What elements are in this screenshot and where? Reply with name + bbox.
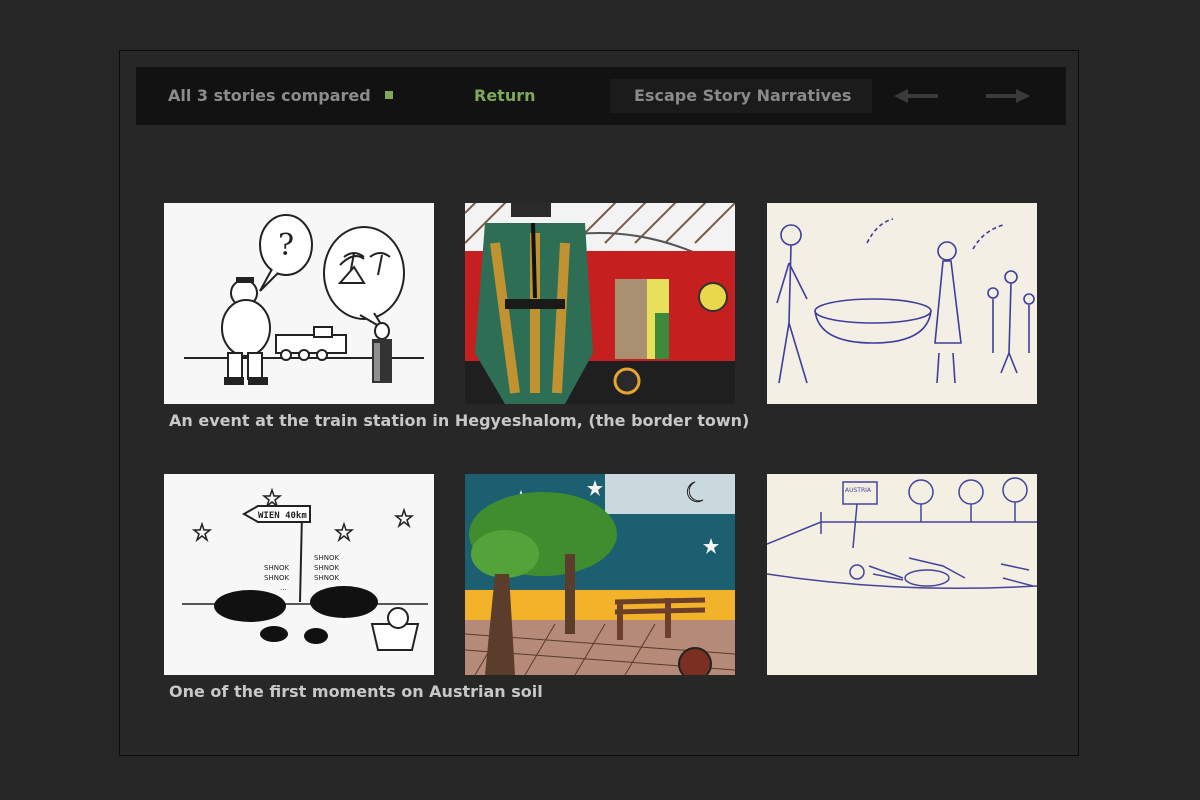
arrow-right-icon[interactable] (986, 88, 1030, 107)
svg-text:?: ? (278, 228, 294, 263)
section-title: Escape Story Narratives (610, 79, 872, 113)
austria-sign-text: AUSTRIA (845, 487, 872, 494)
compare-stories-link[interactable]: All 3 stories compared (168, 67, 393, 125)
snore-text: SHNOK (314, 564, 339, 572)
snore-text: ... (280, 584, 287, 592)
snore-text: SHNOK (314, 574, 339, 582)
row-1-caption: An event at the train station in Hegyesh… (169, 411, 750, 430)
return-link[interactable]: Return (474, 67, 536, 125)
story-2-austrian-soil-drawing[interactable] (465, 474, 735, 675)
square-bullet-icon (384, 90, 393, 99)
story-2-train-station-drawing[interactable] (465, 203, 735, 404)
snore-text: SHNOK (264, 574, 289, 582)
gallery-frame: All 3 stories compared Return Escape Sto… (119, 50, 1079, 756)
navigation-bar: All 3 stories compared Return Escape Sto… (136, 67, 1066, 125)
story-3-austrian-soil-drawing[interactable]: AUSTRIA (767, 474, 1037, 675)
story-1-train-station-drawing[interactable]: ? (164, 203, 434, 404)
story-1-austrian-soil-drawing[interactable]: WIEN 40km SHNOK SHNOK ... SHNOK SHNOK SH… (164, 474, 434, 675)
compare-stories-label: All 3 stories compared (168, 86, 371, 105)
snore-text: SHNOK (314, 554, 339, 562)
snore-text: SHNOK (264, 564, 289, 572)
signpost-text: WIEN 40km (258, 511, 307, 521)
arrow-left-icon[interactable] (894, 88, 938, 107)
row-2-caption: One of the first moments on Austrian soi… (169, 682, 543, 701)
story-3-train-station-drawing[interactable] (767, 203, 1037, 404)
